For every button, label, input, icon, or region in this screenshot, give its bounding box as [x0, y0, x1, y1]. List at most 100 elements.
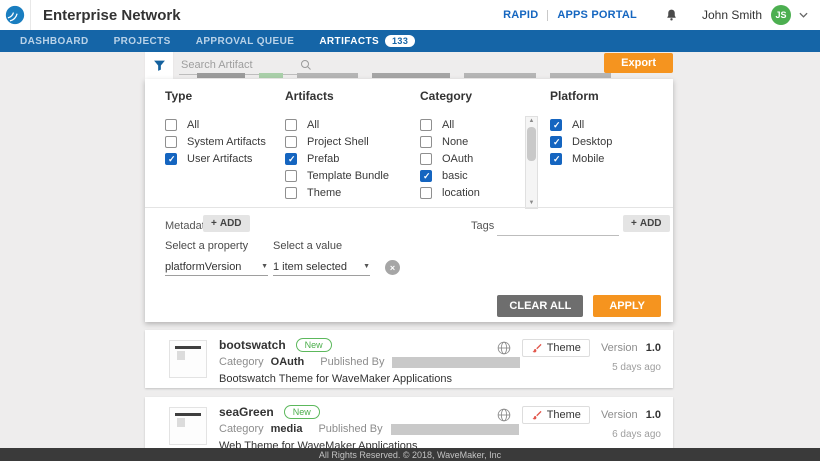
- checkbox-icon: [550, 153, 562, 165]
- filter-group-options: All Project Shell Prefab Template Bundle…: [285, 116, 389, 201]
- checkbox-icon: [285, 119, 297, 131]
- notifications-bell-icon[interactable]: [665, 8, 678, 22]
- checkbox-icon: [420, 187, 432, 199]
- globe-icon[interactable]: [497, 408, 511, 422]
- checkbox-label: User Artifacts: [187, 153, 252, 165]
- artifact-card[interactable]: seaGreen New Category media Published By…: [145, 397, 673, 455]
- filter-checkbox-option[interactable]: Desktop: [550, 133, 612, 150]
- artifact-name[interactable]: seaGreen: [219, 405, 274, 419]
- nav-item-projects[interactable]: PROJECTS: [114, 36, 171, 47]
- filter-checkbox-option[interactable]: All: [285, 116, 389, 133]
- checkbox-label: OAuth: [442, 153, 473, 165]
- filter-group-title: Platform: [550, 89, 612, 103]
- filter-checkbox-option[interactable]: None: [420, 133, 480, 150]
- search-input[interactable]: [179, 58, 300, 72]
- tags-input[interactable]: [497, 218, 619, 236]
- apply-button[interactable]: APPLY: [593, 295, 661, 317]
- scrollbar-thumb[interactable]: [527, 127, 536, 161]
- checkbox-label: basic: [442, 170, 468, 182]
- checkbox-label: Prefab: [307, 153, 339, 165]
- checkbox-label: Project Shell: [307, 136, 369, 148]
- type-chip[interactable]: Theme: [522, 339, 590, 357]
- clear-all-button[interactable]: CLEAR ALL: [497, 295, 583, 317]
- artifact-age: 5 days ago: [612, 362, 661, 373]
- artifact-description: Bootswatch Theme for WaveMaker Applicati…: [219, 373, 520, 385]
- category-scrollbar[interactable]: ▲ ▼: [525, 116, 538, 209]
- filter-group: Platform All Desktop Mobile ▲ ▼: [550, 89, 612, 167]
- footer-copyright: All Rights Reserved. © 2018, WaveMaker, …: [0, 448, 820, 461]
- filter-group-title: Type: [165, 89, 266, 103]
- filter-checkbox-option[interactable]: All: [165, 116, 266, 133]
- scroll-up-icon[interactable]: ▲: [529, 117, 535, 126]
- export-button[interactable]: Export: [604, 53, 673, 73]
- search-icon[interactable]: [300, 59, 312, 71]
- filter-toggle-button[interactable]: [145, 52, 173, 79]
- checkbox-icon: [285, 187, 297, 199]
- category-value: media: [271, 423, 303, 435]
- tags-section-label: Tags: [471, 220, 494, 232]
- tags-add-button[interactable]: +ADD: [623, 215, 670, 232]
- plus-icon: +: [631, 218, 637, 229]
- filter-panel: Type All System Artifacts User Artifacts…: [145, 79, 673, 322]
- checkbox-icon: [285, 153, 297, 165]
- checkbox-label: All: [307, 119, 319, 131]
- checkbox-icon: [420, 170, 432, 182]
- version-label: Version: [601, 342, 638, 354]
- filter-checkbox-option[interactable]: User Artifacts: [165, 150, 266, 167]
- header-right: RAPID APPS PORTAL John Smith JS: [503, 5, 820, 25]
- filter-checkbox-option[interactable]: Project Shell: [285, 133, 389, 150]
- filter-checkbox-option[interactable]: Mobile: [550, 150, 612, 167]
- apps-portal-link[interactable]: APPS PORTAL: [557, 9, 637, 21]
- header-divider: [30, 0, 31, 30]
- nav-item-artifacts[interactable]: ARTIFACTS133: [319, 35, 415, 47]
- artifact-name[interactable]: bootswatch: [219, 338, 286, 352]
- type-chip-label: Theme: [547, 342, 581, 354]
- filter-checkbox-option[interactable]: OAuth: [420, 150, 480, 167]
- value-dropdown[interactable]: 1 item selected ▼: [273, 258, 370, 276]
- property-dropdown[interactable]: platformVersion ▼: [165, 258, 268, 276]
- search-bar: [179, 55, 312, 75]
- checkbox-label: Desktop: [572, 136, 612, 148]
- artifact-thumbnail: [169, 407, 207, 445]
- version-value: 1.0: [646, 409, 661, 421]
- type-chip[interactable]: Theme: [522, 406, 590, 424]
- checkbox-label: None: [442, 136, 468, 148]
- panel-actions: CLEAR ALL APPLY: [497, 295, 661, 317]
- property-select-label: Select a property: [165, 240, 248, 252]
- globe-icon[interactable]: [497, 341, 511, 355]
- remove-metadata-filter-icon[interactable]: ×: [385, 260, 400, 275]
- checkbox-label: location: [442, 187, 480, 199]
- filter-group: Artifacts All Project Shell Prefab Templ…: [285, 89, 389, 201]
- filter-checkbox-option[interactable]: basic: [420, 167, 480, 184]
- checkbox-label: System Artifacts: [187, 136, 266, 148]
- user-avatar[interactable]: JS: [771, 5, 791, 25]
- published-by-label: Published By: [318, 423, 382, 435]
- user-name[interactable]: John Smith: [702, 8, 762, 22]
- filter-group-title: Artifacts: [285, 89, 389, 103]
- type-chip-label: Theme: [547, 409, 581, 421]
- rapid-link[interactable]: RAPID: [503, 9, 538, 21]
- metadata-add-button[interactable]: +ADD: [203, 215, 250, 232]
- filter-group-options: All System Artifacts User Artifacts: [165, 116, 266, 167]
- new-badge: New: [296, 338, 332, 352]
- navbar-items: DASHBOARD PROJECTS APPROVAL QUEUE ARTIFACTS…: [0, 30, 820, 52]
- checkbox-label: Mobile: [572, 153, 604, 165]
- category-label: Category: [219, 356, 264, 368]
- page: Enterprise Network RAPID APPS PORTAL Joh…: [0, 0, 820, 461]
- filter-checkbox-option[interactable]: Prefab: [285, 150, 389, 167]
- link-separator: [547, 10, 548, 21]
- filter-checkbox-option[interactable]: All: [420, 116, 480, 133]
- checkbox-label: All: [442, 119, 454, 131]
- artifact-card[interactable]: bootswatch New Category OAuth Published …: [145, 330, 673, 388]
- published-by-label: Published By: [320, 356, 384, 368]
- filter-checkbox-option[interactable]: location: [420, 184, 480, 201]
- user-menu-caret-icon[interactable]: [799, 10, 808, 20]
- nav-item-approval-queue[interactable]: APPROVAL QUEUE: [196, 36, 295, 47]
- filter-checkbox-option[interactable]: System Artifacts: [165, 133, 266, 150]
- brand-logo-icon[interactable]: [0, 0, 30, 30]
- filter-checkbox-option[interactable]: All: [550, 116, 612, 133]
- checkbox-icon: [420, 153, 432, 165]
- filter-checkbox-option[interactable]: Template Bundle: [285, 167, 389, 184]
- filter-checkbox-option[interactable]: Theme: [285, 184, 389, 201]
- nav-item-dashboard[interactable]: DASHBOARD: [20, 36, 89, 47]
